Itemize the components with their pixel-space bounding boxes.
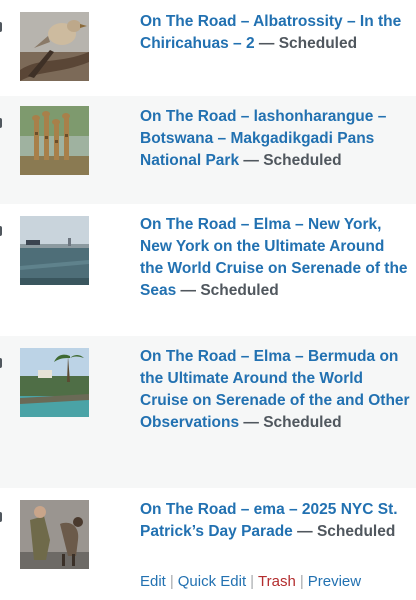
- post-row: On The Road – Albatrossity – In the Chir…: [0, 0, 416, 96]
- status-separator: —: [180, 282, 197, 299]
- row-checkbox[interactable]: [0, 118, 2, 128]
- status-separator: —: [243, 152, 259, 169]
- status-label: Scheduled: [316, 523, 396, 540]
- edit-link[interactable]: Edit: [140, 573, 166, 590]
- row-actions: Edit | Quick Edit | Trash | Preview: [140, 571, 361, 593]
- post-status: — Scheduled: [259, 35, 357, 52]
- row-checkbox[interactable]: [0, 22, 2, 32]
- status-label: Scheduled: [263, 414, 342, 431]
- status-separator: —: [258, 35, 275, 52]
- status-label: Scheduled: [278, 35, 358, 52]
- giraffes-photo-icon: [20, 106, 89, 175]
- post-row: On The Road – Elma – New York, New York …: [0, 204, 416, 336]
- harbor-photo-icon: [20, 216, 89, 285]
- post-status: — Scheduled: [243, 152, 341, 169]
- post-row: On The Road – lashonharangue – Botswana …: [0, 96, 416, 204]
- status-label: Scheduled: [263, 152, 342, 169]
- trash-link[interactable]: Trash: [258, 573, 296, 590]
- status-label: Scheduled: [200, 282, 279, 299]
- parade-photo-icon: [20, 500, 89, 569]
- row-checkbox[interactable]: [0, 358, 2, 368]
- bird-photo-icon: [20, 12, 89, 81]
- action-divider: |: [250, 573, 255, 590]
- row-checkbox[interactable]: [0, 226, 2, 236]
- status-separator: —: [243, 414, 259, 431]
- post-row: On The Road – ema – 2025 NYC St. Patrick…: [0, 488, 416, 600]
- quick-edit-link[interactable]: Quick Edit: [178, 573, 246, 590]
- post-status: — Scheduled: [243, 414, 341, 431]
- post-thumbnail[interactable]: [20, 348, 89, 417]
- post-thumbnail[interactable]: [20, 500, 89, 569]
- preview-link[interactable]: Preview: [308, 573, 361, 590]
- status-separator: —: [297, 523, 313, 540]
- post-row: On The Road – Elma – Bermuda on the Ulti…: [0, 336, 416, 488]
- action-divider: |: [169, 573, 174, 590]
- post-thumbnail[interactable]: [20, 216, 89, 285]
- post-thumbnail[interactable]: [20, 12, 89, 81]
- bermuda-coast-photo-icon: [20, 348, 89, 417]
- posts-list: On The Road – Albatrossity – In the Chir…: [0, 0, 416, 600]
- post-status: — Scheduled: [181, 282, 279, 299]
- post-thumbnail[interactable]: [20, 106, 89, 175]
- action-divider: |: [299, 573, 304, 590]
- row-checkbox[interactable]: [0, 512, 2, 522]
- post-status: — Scheduled: [297, 523, 395, 540]
